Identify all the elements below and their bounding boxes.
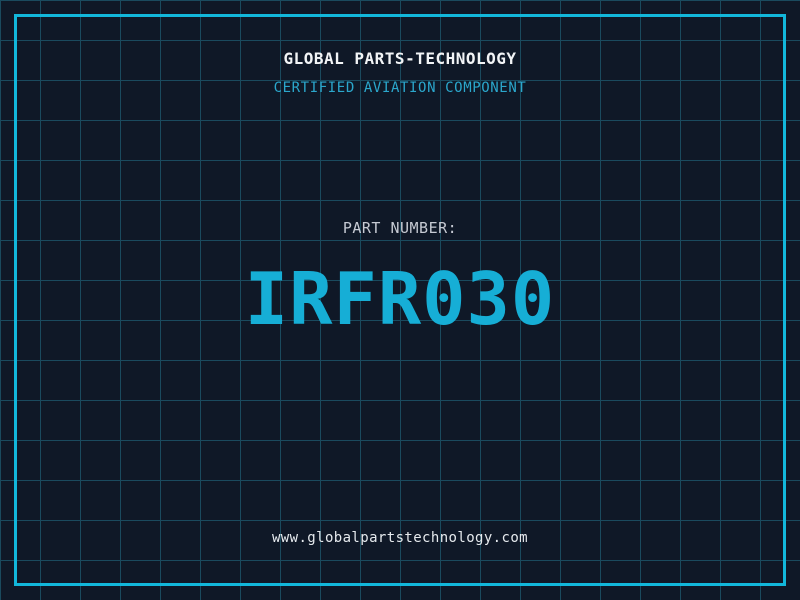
certification-label: CERTIFIED AVIATION COMPONENT (0, 80, 800, 96)
page-background: GLOBAL PARTS-TECHNOLOGY CERTIFIED AVIATI… (0, 0, 800, 600)
website-url: www.globalpartstechnology.com (0, 530, 800, 546)
company-name: GLOBAL PARTS-TECHNOLOGY (0, 49, 800, 68)
part-number-label: PART NUMBER: (0, 219, 800, 237)
part-number-value: IRFR030 (0, 260, 800, 338)
